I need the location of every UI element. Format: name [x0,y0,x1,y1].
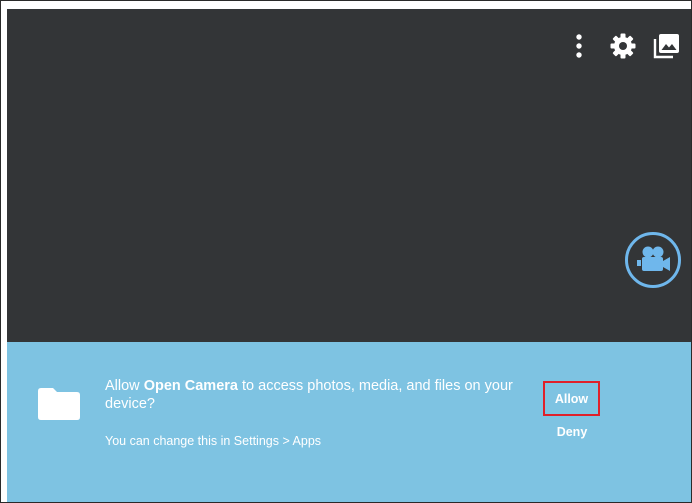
camera-preview[interactable] [7,9,691,342]
app-name: Open Camera [143,378,238,394]
folder-icon [38,388,80,420]
camera-toolbar [562,29,684,63]
allow-button[interactable]: Allow [543,381,600,416]
gallery-icon[interactable] [650,29,684,63]
message-prefix: Allow [105,378,144,394]
permission-message: Allow Open Camera to access photos, medi… [105,377,535,413]
settings-hint: You can change this in Settings > Apps [105,434,322,448]
more-vert-icon[interactable] [562,29,596,63]
permission-dialog: Allow Open Camera to access photos, medi… [7,342,691,502]
settings-gear-icon[interactable] [606,29,640,63]
app-frame: Allow Open Camera to access photos, medi… [0,0,692,503]
video-camera-icon [637,246,670,271]
deny-button[interactable]: Deny [546,422,598,442]
video-mode-button[interactable] [625,232,681,288]
